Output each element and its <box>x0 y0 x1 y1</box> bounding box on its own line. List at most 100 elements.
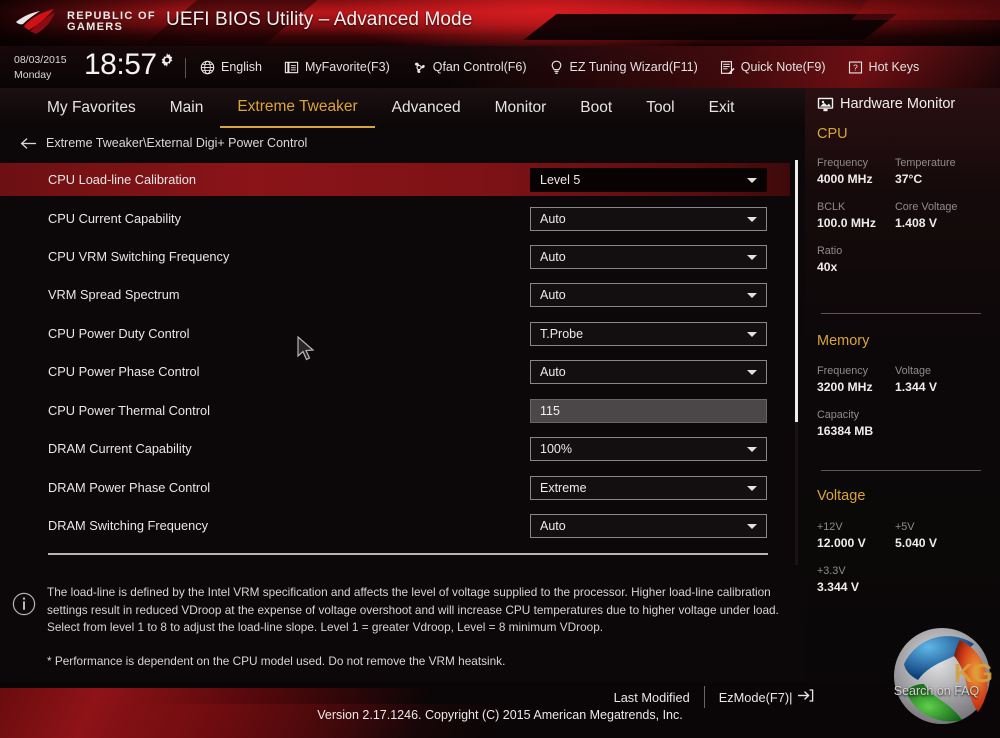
chevron-down-icon <box>747 177 757 183</box>
lightbulb-icon <box>551 60 561 74</box>
setting-row-vrm-spread-spectrum[interactable]: VRM Spread Spectrum Auto <box>0 278 790 311</box>
hardware-monitor-label: Hardware Monitor <box>840 96 956 112</box>
setting-control[interactable]: 115 <box>530 398 767 423</box>
dropdown-cpu-load-line-calibration[interactable]: Level 5 <box>530 167 767 192</box>
input-cpu-power-thermal-control[interactable]: 115 <box>530 398 767 423</box>
dropdown-vrm-spread-spectrum[interactable]: Auto <box>530 282 767 307</box>
gear-icon[interactable] <box>160 53 174 67</box>
dropdown-value: Extreme <box>540 480 587 495</box>
bios-version-text: Version 2.17.1246. Copyright (C) 2015 Am… <box>317 708 683 722</box>
hw-key: +12V <box>817 521 843 533</box>
setting-label: DRAM Current Capability <box>48 441 192 456</box>
ezmode-label: EzMode(F7)| <box>718 690 793 705</box>
hw-cell: BCLK 100.0 MHz <box>817 200 895 232</box>
dropdown-value: Auto <box>540 211 566 226</box>
dropdown-value: T.Probe <box>540 326 584 341</box>
toolbar-item-hot-keys[interactable]: ? Hot Keys <box>848 60 920 75</box>
dropdown-cpu-vrm-switching-frequency[interactable]: Auto <box>530 244 767 269</box>
setting-label: CPU Load-line Calibration <box>48 172 196 187</box>
setting-row-dram-power-phase-control[interactable]: DRAM Power Phase Control Extreme <box>0 471 790 504</box>
dropdown-dram-current-capability[interactable]: 100% <box>530 436 767 461</box>
hw-key: BCLK <box>817 201 846 213</box>
toolbar-item-label: Quick Note(F9) <box>740 60 826 74</box>
hw-key: Voltage <box>895 365 932 377</box>
question-box-icon: ? <box>848 61 862 74</box>
toolbar-item-quick-note[interactable]: Quick Note(F9) <box>720 60 826 75</box>
setting-control[interactable]: Extreme <box>530 475 767 500</box>
dropdown-cpu-current-capability[interactable]: Auto <box>530 206 767 231</box>
setting-label: CPU Power Phase Control <box>48 364 200 379</box>
hw-key: +5V <box>895 521 915 533</box>
dropdown-cpu-power-phase-control[interactable]: Auto <box>530 359 767 384</box>
toolbar-item-myfavorite[interactable]: MyFavorite(F3) <box>284 60 390 75</box>
setting-control[interactable]: 100% <box>530 436 767 461</box>
setting-row-cpu-load-line-calibration[interactable]: CPU Load-line Calibration Level 5 <box>0 163 790 196</box>
setting-row-cpu-power-phase-control[interactable]: CPU Power Phase Control Auto <box>0 355 790 388</box>
setting-row-dram-current-capability[interactable]: DRAM Current Capability 100% <box>0 432 790 465</box>
dropdown-value: Level 5 <box>540 172 581 187</box>
setting-control[interactable]: Level 5 <box>530 167 767 192</box>
back-arrow-icon[interactable] <box>20 137 37 150</box>
setting-control[interactable]: Auto <box>530 513 767 538</box>
hw-cell: Frequency 3200 MHz <box>817 364 895 396</box>
scrollbar-thumb[interactable] <box>795 160 798 422</box>
app-header: REPUBLIC OF GAMERS UEFI BIOS Utility – A… <box>0 0 1000 46</box>
dropdown-dram-power-phase-control[interactable]: Extreme <box>530 475 767 500</box>
hw-value: 1.344 V <box>895 380 938 394</box>
hw-value: 100.0 MHz <box>817 216 876 230</box>
note-pencil-icon <box>720 60 735 74</box>
brand-line-2: GAMERS <box>67 21 124 33</box>
hw-cell: +12V 12.000 V <box>817 520 895 552</box>
setting-row-cpu-power-duty-control[interactable]: CPU Power Duty Control T.Probe <box>0 317 790 350</box>
hw-section-cpu: CPU <box>817 126 848 142</box>
chevron-down-icon <box>747 254 757 260</box>
toolbar-item-label: Hot Keys <box>868 60 920 74</box>
hw-value: 5.040 V <box>895 536 938 550</box>
hardware-monitor-panel: Hardware Monitor CPU Frequency 4000 MHz … <box>805 88 1000 738</box>
help-body: The load-line is defined by the Intel VR… <box>47 584 789 668</box>
tab-monitor[interactable]: Monitor <box>478 88 564 128</box>
setting-control[interactable]: Auto <box>530 282 767 307</box>
help-description: The load-line is defined by the Intel VR… <box>47 585 779 634</box>
svg-text:?: ? <box>853 62 858 72</box>
hw-row-mem-freq-volt: Frequency 3200 MHz Voltage 1.344 V <box>817 364 992 396</box>
setting-control[interactable]: Auto <box>530 206 767 231</box>
tab-my-favorites[interactable]: My Favorites <box>30 88 153 128</box>
tab-advanced[interactable]: Advanced <box>375 88 478 128</box>
toolbar-item-language[interactable]: English <box>200 60 262 75</box>
setting-row-cpu-power-thermal-control[interactable]: CPU Power Thermal Control 115 <box>0 394 790 427</box>
toolbar-item-qfan-control[interactable]: Qfan Control(F6) <box>412 60 527 75</box>
rog-logo: REPUBLIC OF GAMERS <box>14 6 156 38</box>
footer-actions: Last Modified EzMode(F7)| <box>614 686 814 708</box>
chevron-down-icon <box>747 216 757 222</box>
setting-row-cpu-vrm-switching-frequency[interactable]: CPU VRM Switching Frequency Auto <box>0 240 790 273</box>
dropdown-cpu-power-duty-control[interactable]: T.Probe <box>530 321 767 346</box>
hw-value: 12.000 V <box>817 536 866 550</box>
setting-control[interactable]: T.Probe <box>530 321 767 346</box>
top-toolbar: 08/03/2015 Monday 18:57 English MyFavori… <box>0 46 1000 88</box>
ezmode-button[interactable]: EzMode(F7)| <box>719 689 814 705</box>
dropdown-dram-switching-frequency[interactable]: Auto <box>530 513 767 538</box>
dropdown-value: Auto <box>540 249 566 264</box>
tab-main[interactable]: Main <box>153 88 221 128</box>
setting-control[interactable]: Auto <box>530 244 767 269</box>
help-panel: The load-line is defined by the Intel VR… <box>0 570 805 682</box>
help-note: * Performance is dependent on the CPU mo… <box>47 653 506 668</box>
tab-exit[interactable]: Exit <box>692 88 752 128</box>
bios-window: REPUBLIC OF GAMERS UEFI BIOS Utility – A… <box>0 0 1000 738</box>
hw-value: 40x <box>817 260 838 274</box>
chevron-down-icon <box>747 292 757 298</box>
tab-extreme-tweaker[interactable]: Extreme Tweaker <box>220 88 375 128</box>
last-modified-button[interactable]: Last Modified <box>614 690 690 705</box>
toolbar-item-ez-tuning-wizard[interactable]: EZ Tuning Wizard(F11) <box>549 60 698 75</box>
search-on-faq-label[interactable]: Search on FAQ <box>873 684 1000 698</box>
dropdown-value: Auto <box>540 364 566 379</box>
tab-boot[interactable]: Boot <box>563 88 629 128</box>
hw-key: Frequency <box>817 365 869 377</box>
setting-row-dram-switching-frequency[interactable]: DRAM Switching Frequency Auto <box>0 509 790 542</box>
chevron-down-icon <box>747 446 757 452</box>
tab-tool[interactable]: Tool <box>629 88 691 128</box>
exit-arrow-icon <box>798 689 814 702</box>
setting-control[interactable]: Auto <box>530 359 767 384</box>
setting-row-cpu-current-capability[interactable]: CPU Current Capability Auto <box>0 202 790 235</box>
